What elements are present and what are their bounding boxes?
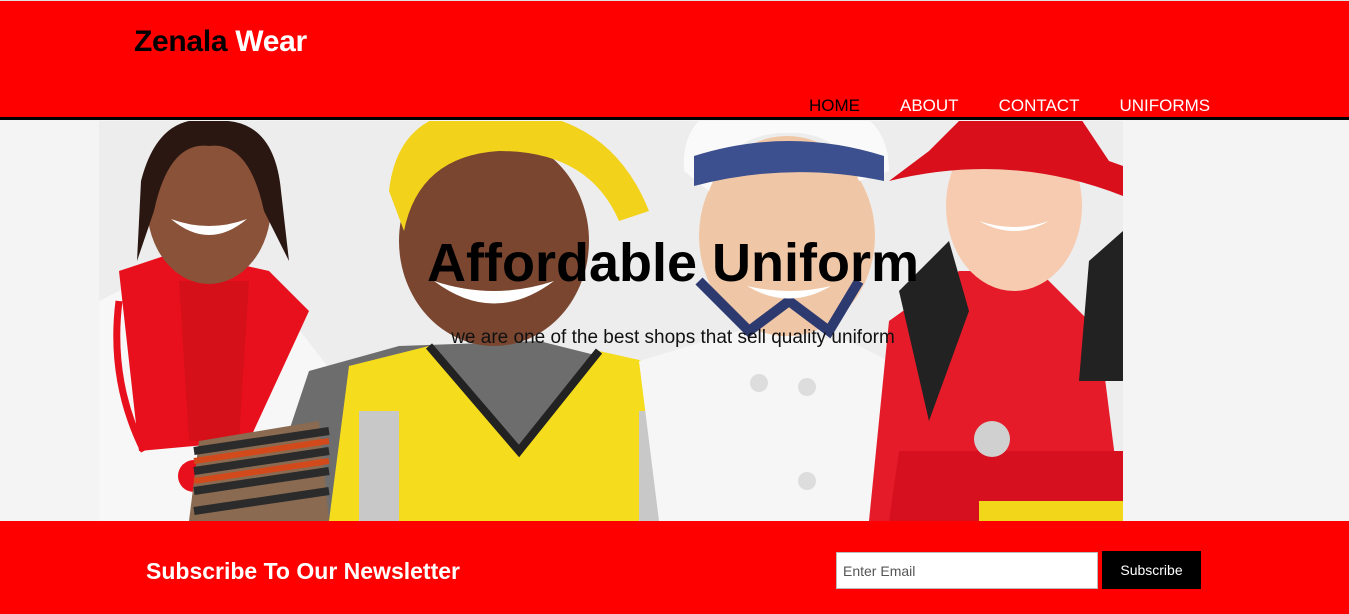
hero-subtitle: we are one of the best shops that sell q… [451, 327, 895, 348]
subscribe-button[interactable]: Subscribe [1102, 551, 1201, 589]
logo-text-wear: Wear [235, 25, 307, 58]
logo-text-zenala: Zenala [134, 25, 228, 58]
nav-about-link[interactable]: ABOUT [900, 96, 959, 116]
hero-title: Affordable Uniform [427, 233, 919, 293]
email-input[interactable] [836, 552, 1098, 589]
newsletter-section: Subscribe To Our Newsletter Subscribe [0, 521, 1349, 614]
site-header: Zenala Wear HOME ABOUT CONTACT UNIFORMS [0, 0, 1349, 120]
hero-image-kids-in-uniforms [99, 121, 1123, 521]
main-nav: HOME ABOUT CONTACT UNIFORMS [809, 96, 1250, 116]
nav-home-link[interactable]: HOME [809, 96, 860, 116]
logo[interactable]: Zenala Wear [134, 25, 307, 59]
nav-uniforms-link[interactable]: UNIFORMS [1119, 96, 1210, 116]
hero-banner: Affordable Uniform we are one of the bes… [99, 121, 1123, 521]
nav-contact-link[interactable]: CONTACT [999, 96, 1080, 116]
newsletter-title: Subscribe To Our Newsletter [146, 558, 460, 584]
